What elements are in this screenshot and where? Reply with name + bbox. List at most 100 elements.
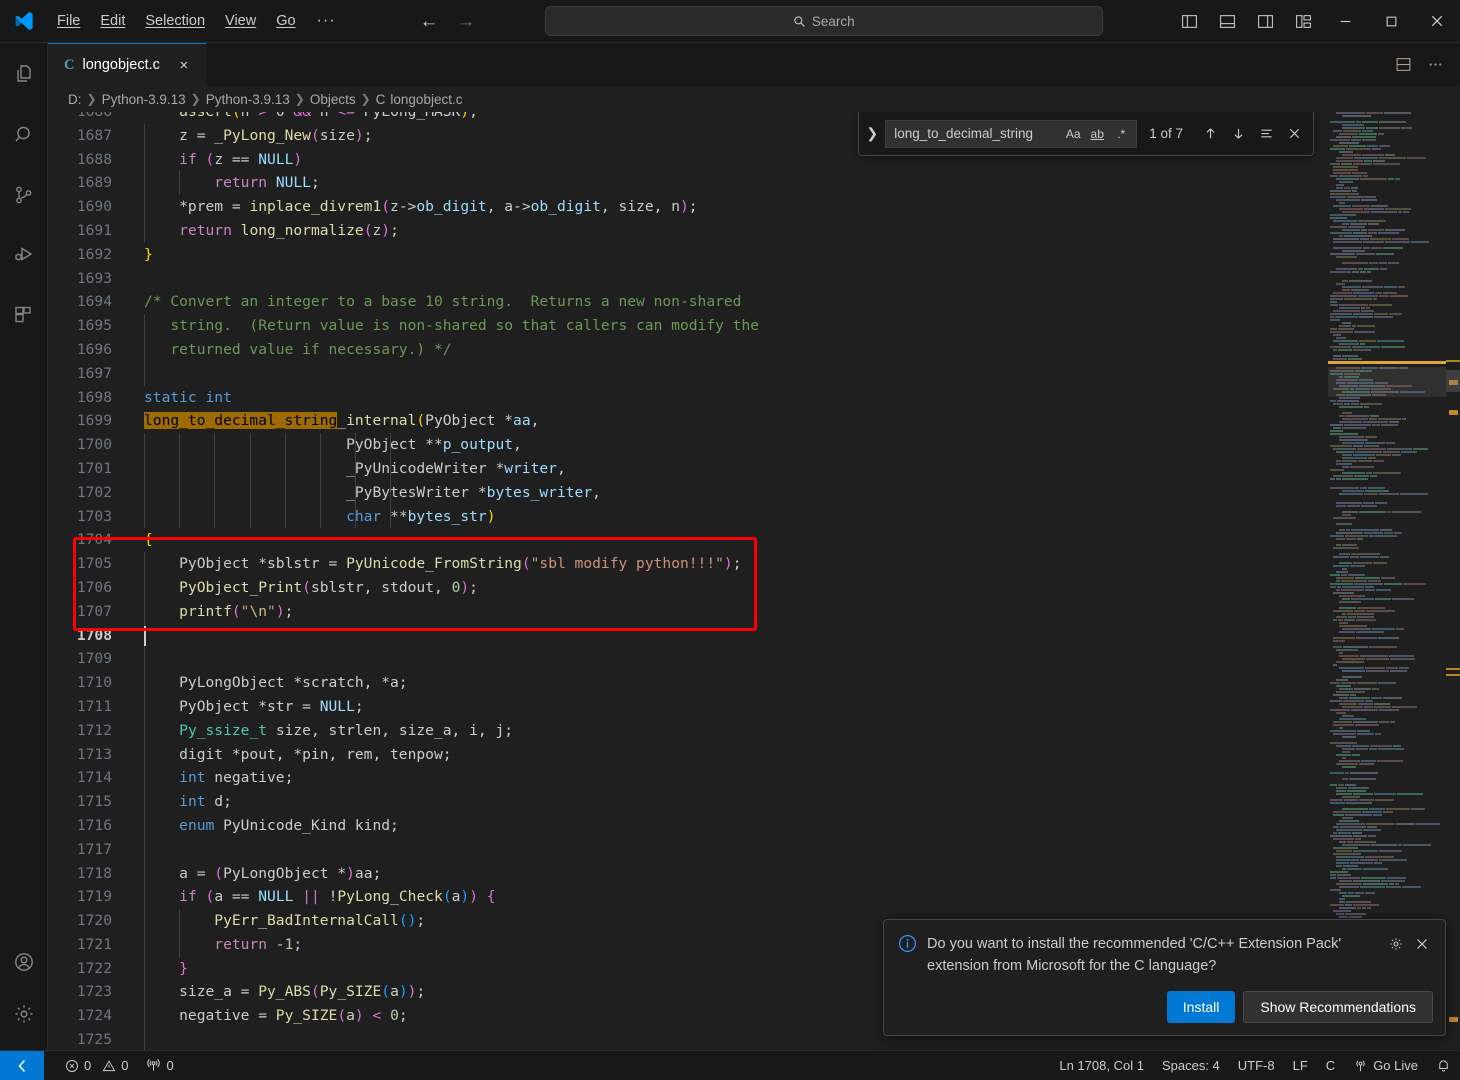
window-maximize-button[interactable] [1368, 0, 1414, 43]
code-line[interactable]: 1701 _PyUnicodeWriter *writer, [48, 456, 1460, 481]
find-next-icon[interactable] [1225, 121, 1251, 147]
code-line[interactable]: 1698 static int [48, 386, 1460, 410]
menu-more-icon[interactable]: ··· [307, 10, 346, 32]
command-center-search[interactable]: Search [544, 6, 1103, 36]
status-eol[interactable]: LF [1284, 1051, 1317, 1080]
minimap-segment [1385, 229, 1405, 231]
code-line[interactable]: 1709 [48, 647, 1460, 672]
activity-search[interactable] [0, 111, 48, 159]
status-cursor-position[interactable]: Ln 1708, Col 1 [1050, 1051, 1153, 1080]
minimap-segment [1415, 823, 1440, 825]
toggle-panel-icon[interactable] [1210, 4, 1244, 38]
code-line[interactable]: 1704 { [48, 528, 1460, 552]
find-previous-icon[interactable] [1197, 121, 1223, 147]
activity-explorer[interactable] [0, 51, 48, 99]
notification-close-icon[interactable] [1411, 933, 1433, 955]
status-encoding[interactable]: UTF-8 [1229, 1051, 1284, 1080]
code-line[interactable]: 1710 PyLongObject *scratch, *a; [48, 671, 1460, 695]
find-input-box[interactable]: long_to_decimal_string Aa ab .* [885, 119, 1138, 148]
find-input[interactable]: long_to_decimal_string [894, 126, 1060, 141]
activity-source-control[interactable] [0, 171, 48, 219]
more-editor-actions-icon[interactable] [1420, 50, 1450, 80]
split-editor-down-icon[interactable] [1388, 50, 1418, 80]
minimap-segment [1336, 745, 1351, 747]
tab-close-icon[interactable]: × [174, 55, 194, 75]
code-line[interactable]: 1692} [48, 243, 1460, 267]
match-case-icon[interactable]: Aa [1062, 123, 1084, 145]
status-go-live[interactable]: Go Live [1344, 1051, 1427, 1080]
code-line[interactable]: 1690 *prem = inplace_divrem1(z->ob_digit… [48, 195, 1460, 219]
customize-layout-icon[interactable] [1286, 4, 1320, 38]
tab-longobject-c[interactable]: C longobject.c × [48, 43, 206, 86]
status-language-mode[interactable]: C [1317, 1051, 1344, 1080]
breadcrumb-item-0[interactable]: D: [68, 92, 82, 107]
toggle-primary-sidebar-icon[interactable] [1172, 4, 1206, 38]
code-line[interactable]: 1711 PyObject *str = NULL; [48, 694, 1460, 719]
code-line[interactable]: 1700 PyObject **p_output, [48, 433, 1460, 457]
install-button[interactable]: Install [1166, 991, 1236, 1023]
code-line[interactable]: 1696 returned value if necessary.) */ [48, 337, 1460, 362]
code-line[interactable]: 1715 int d; [48, 790, 1460, 814]
find-close-icon[interactable] [1281, 121, 1307, 147]
breadcrumb-item-3[interactable]: Objects [310, 92, 356, 107]
status-indentation[interactable]: Spaces: 4 [1153, 1051, 1229, 1080]
code-line[interactable]: 1695 string. (Return value is non-shared… [48, 314, 1460, 338]
code-line[interactable]: 1693 [48, 267, 1460, 291]
code-line[interactable]: 1703 char **bytes_str) [48, 504, 1460, 529]
code-line[interactable]: 1717 [48, 837, 1460, 862]
code-line[interactable]: 1691 return long_normalize(z); [48, 218, 1460, 243]
status-problems[interactable]: 0 0 [56, 1051, 137, 1080]
minimap-segment [1330, 709, 1350, 711]
code-line[interactable]: 1713 digit *pout, *pin, rem, tenpow; [48, 742, 1460, 767]
breadcrumb-item-4[interactable]: longobject.c [390, 92, 462, 107]
activity-extensions[interactable] [0, 291, 48, 339]
toggle-secondary-sidebar-icon[interactable] [1248, 4, 1282, 38]
code-line[interactable]: 1707 printf("\n"); [48, 599, 1460, 624]
go-back-icon[interactable]: ← [420, 12, 439, 31]
code-editor[interactable]: 1686 assert(n > 0 && n <= PyLong_MASK);1… [48, 112, 1460, 1050]
code-line[interactable]: 1719 if (a == NULL || !PyLong_Check(a)) … [48, 885, 1460, 910]
minimap-slider[interactable] [1328, 367, 1446, 397]
use-regex-icon[interactable]: .* [1110, 123, 1132, 145]
code-line[interactable]: 1718 a = (PyLongObject *)aa; [48, 861, 1460, 886]
status-notifications-bell[interactable] [1427, 1051, 1460, 1080]
menu-go[interactable]: Go [267, 9, 304, 33]
editor-tab-actions [1388, 43, 1460, 86]
activity-run-debug[interactable] [0, 231, 48, 279]
activity-accounts[interactable] [0, 938, 48, 986]
window-close-button[interactable] [1414, 0, 1460, 43]
code-line[interactable]: 1705 PyObject *sblstr = PyUnicode_FromSt… [48, 552, 1460, 576]
show-recommendations-button[interactable]: Show Recommendations [1243, 991, 1433, 1023]
remote-host-button[interactable] [0, 1050, 44, 1080]
toggle-replace-icon[interactable]: ❯ [861, 114, 883, 154]
menu-view[interactable]: View [216, 9, 265, 33]
find-in-selection-icon[interactable] [1253, 121, 1279, 147]
code-line[interactable]: 1708 [48, 623, 1460, 648]
code-line[interactable]: 1689 return NULL; [48, 171, 1460, 196]
breadcrumb-item-2[interactable]: Python-3.9.13 [206, 92, 290, 107]
minimap-line [1328, 478, 1446, 480]
minimap[interactable] [1328, 112, 1446, 1050]
code-line[interactable]: 1716 enum PyUnicode_Kind kind; [48, 813, 1460, 838]
status-ports[interactable]: 0 [137, 1051, 182, 1080]
menu-selection[interactable]: Selection [136, 9, 214, 33]
code-line[interactable]: 1702 _PyBytesWriter *bytes_writer, [48, 480, 1460, 505]
window-minimize-button[interactable] [1322, 0, 1368, 43]
overview-ruler[interactable] [1446, 112, 1460, 1050]
go-forward-icon[interactable]: → [457, 12, 476, 31]
code-line[interactable]: 1714 int negative; [48, 766, 1460, 791]
notification-gear-icon[interactable] [1385, 933, 1407, 955]
code-line[interactable]: 1694 /* Convert an integer to a base 10 s… [48, 290, 1460, 314]
whole-word-icon[interactable]: ab [1086, 123, 1108, 145]
minimap-segment [1339, 625, 1367, 627]
menu-edit[interactable]: Edit [91, 9, 134, 33]
breadcrumb-item-1[interactable]: Python-3.9.13 [102, 92, 186, 107]
indent-guide [144, 552, 145, 576]
code-line[interactable]: 1706 PyObject_Print(sblstr, stdout, 0); [48, 575, 1460, 600]
code-line[interactable]: 1697 [48, 361, 1460, 386]
code-line[interactable]: 1699 long_to_decimal_string_internal(PyOb… [48, 409, 1460, 433]
menu-file[interactable]: File [48, 9, 89, 33]
activity-manage-settings[interactable] [0, 990, 48, 1038]
code-line[interactable]: 1712 Py_ssize_t size, strlen, size_a, i,… [48, 718, 1460, 743]
